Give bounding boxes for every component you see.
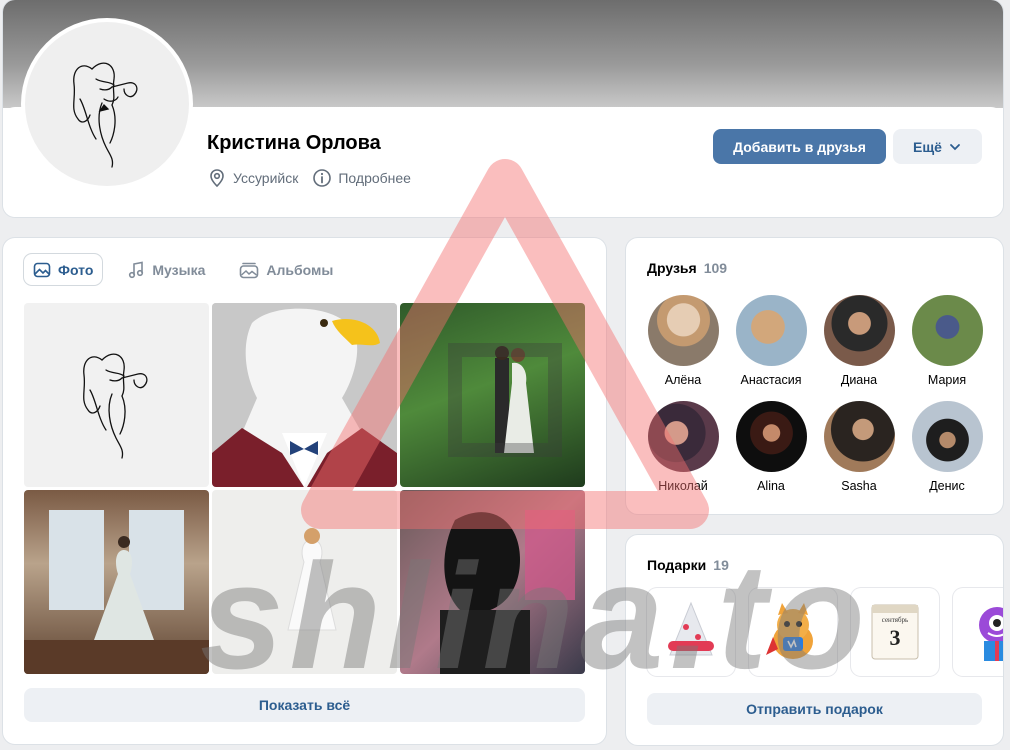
calendar-day: 3 xyxy=(890,625,901,650)
send-gift-button[interactable]: Отправить подарок xyxy=(647,693,982,725)
couple-photo xyxy=(495,346,534,453)
friend-avatar[interactable] xyxy=(735,295,807,366)
friends-section: Друзья 109 Алёна Анастасия Диана Мария Н… xyxy=(626,238,1003,514)
profile-header: Кристина Орлова Уссурийск Подробнее Доба… xyxy=(3,0,1003,217)
friend-item[interactable]: Денис xyxy=(903,401,991,493)
gift-monster-icon xyxy=(979,607,1003,661)
profile-more-info-label: Подробнее xyxy=(338,170,411,186)
profile-city[interactable]: Уссурийск xyxy=(207,168,298,188)
friend-item[interactable]: Алёна xyxy=(639,295,727,387)
friend-name[interactable]: Alina xyxy=(757,479,785,493)
friend-item[interactable]: Sasha xyxy=(815,401,903,493)
image-icon xyxy=(33,262,51,277)
gift-item[interactable] xyxy=(749,588,837,676)
photo-item[interactable] xyxy=(24,490,209,674)
profile-meta: Уссурийск Подробнее xyxy=(207,168,411,188)
profile-name: Кристина Орлова xyxy=(207,132,381,154)
friend-item[interactable]: Николай xyxy=(639,401,727,493)
gifts-header[interactable]: Подарки 19 xyxy=(647,557,729,573)
friend-name[interactable]: Анастасия xyxy=(741,373,802,387)
friends-count: 109 xyxy=(703,260,728,276)
profile-avatar-frame[interactable] xyxy=(21,18,193,190)
photo-item[interactable] xyxy=(400,490,585,674)
gift-tree-icon xyxy=(668,601,714,656)
line-portrait-drawing xyxy=(73,62,138,168)
friend-avatar[interactable] xyxy=(911,295,983,366)
tab-music[interactable]: Музыка xyxy=(118,254,214,285)
friends-list: Алёна Анастасия Диана Мария Николай Alin… xyxy=(639,295,991,493)
more-menu-label: Ещё xyxy=(913,138,942,155)
music-note-icon xyxy=(129,261,144,278)
friends-header[interactable]: Друзья 109 xyxy=(647,260,727,276)
gift-cat-icon xyxy=(766,603,813,659)
friends-title: Друзья xyxy=(647,260,697,276)
friend-avatar[interactable] xyxy=(823,401,895,472)
eagle-illustration xyxy=(212,303,397,487)
woman-white-photo xyxy=(287,528,337,631)
tab-photos[interactable]: Фото xyxy=(24,254,103,285)
tab-albums[interactable]: Альбомы xyxy=(230,254,342,285)
tab-photos-label: Фото xyxy=(58,261,94,278)
friend-name[interactable]: Мария xyxy=(928,373,966,387)
photo-item[interactable] xyxy=(24,303,209,487)
friend-avatar[interactable] xyxy=(647,401,719,472)
friend-item[interactable]: Анастасия xyxy=(727,295,815,387)
photo-item[interactable] xyxy=(212,303,397,487)
photos-tabs: Фото Музыка Альбомы xyxy=(24,254,342,285)
friend-avatar[interactable] xyxy=(911,401,983,472)
woman-dark-hair-photo xyxy=(440,510,575,674)
profile-city-label: Уссурийск xyxy=(233,170,299,186)
add-friend-button[interactable]: Добавить в друзья xyxy=(713,129,886,164)
tab-music-label: Музыка xyxy=(152,261,206,278)
profile-avatar[interactable] xyxy=(25,22,189,186)
friend-avatar[interactable] xyxy=(647,295,719,366)
photo-item[interactable] xyxy=(212,490,397,674)
gift-item[interactable]: сентябрь 3 xyxy=(851,588,939,676)
friend-avatar[interactable] xyxy=(823,295,895,366)
friend-item[interactable]: Alina xyxy=(727,401,815,493)
tab-albums-label: Альбомы xyxy=(266,261,334,278)
friend-name[interactable]: Диана xyxy=(841,373,877,387)
photo-item[interactable] xyxy=(400,303,585,487)
gifts-section: Подарки 19 сентябрь 3 Отправить подарок xyxy=(626,535,1003,745)
friend-avatar[interactable] xyxy=(735,401,807,472)
show-all-photos-button[interactable]: Показать всё xyxy=(24,688,585,722)
friend-name[interactable]: Sasha xyxy=(841,479,876,493)
photo-grid xyxy=(24,303,585,675)
calendar-month: сентябрь xyxy=(882,616,909,624)
photos-section: Фото Музыка Альбомы Показать всё xyxy=(3,238,606,744)
gift-calendar-icon: сентябрь 3 xyxy=(871,604,919,660)
chevron-down-icon xyxy=(950,143,960,150)
gifts-count: 19 xyxy=(713,557,729,573)
info-icon xyxy=(313,169,332,187)
friend-name[interactable]: Денис xyxy=(929,479,965,493)
bride-photo xyxy=(24,510,209,674)
line-portrait-drawing xyxy=(82,353,147,459)
location-pin-icon xyxy=(210,169,224,188)
albums-icon xyxy=(240,262,259,278)
gift-item[interactable] xyxy=(953,588,1003,676)
friend-name[interactable]: Алёна xyxy=(665,373,701,387)
friend-item[interactable]: Мария xyxy=(903,295,991,387)
gift-item[interactable] xyxy=(647,588,735,676)
friend-name[interactable]: Николай xyxy=(658,479,708,493)
gifts-list: сентябрь 3 xyxy=(647,588,1003,676)
gifts-title: Подарки xyxy=(647,557,707,573)
friend-item[interactable]: Диана xyxy=(815,295,903,387)
more-menu-button[interactable]: Ещё xyxy=(893,129,982,164)
profile-more-info[interactable]: Подробнее xyxy=(312,168,411,188)
